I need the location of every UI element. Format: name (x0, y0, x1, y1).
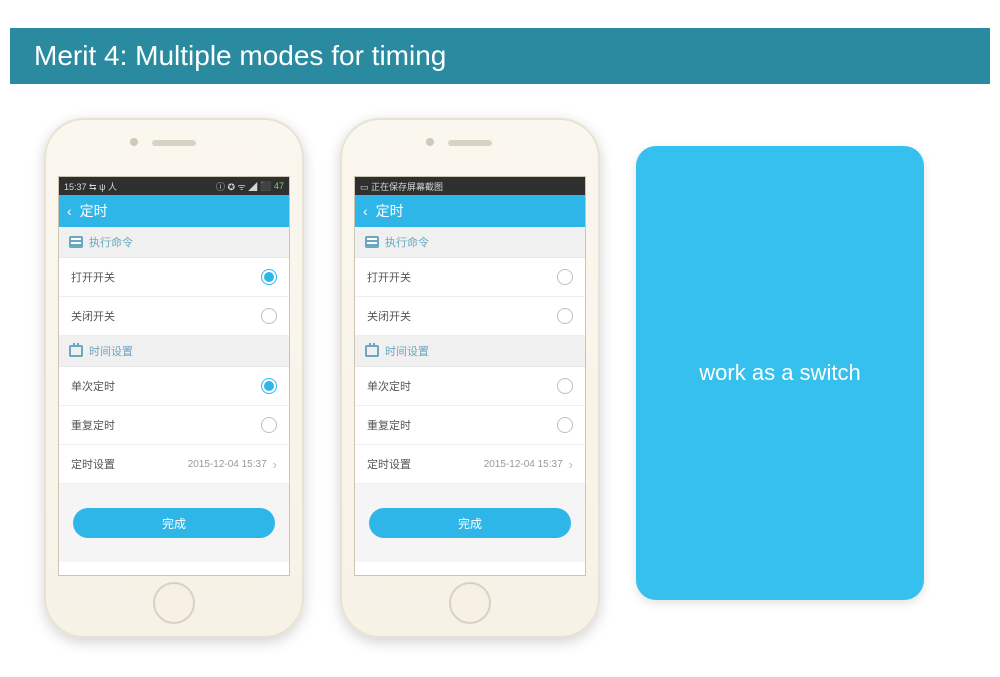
option-close-switch[interactable]: 关闭开关 (355, 297, 585, 336)
list-icon (365, 236, 379, 248)
row-value: 2015-12-04 15:37 (484, 459, 563, 470)
option-single-timer[interactable]: 单次定时 (355, 367, 585, 406)
option-open-switch[interactable]: 打开开关 (355, 258, 585, 297)
speaker-slot (448, 140, 492, 146)
settings-list: 执行命令 打开开关 关闭开关 时间设置 单次定时 (59, 227, 289, 575)
feature-card: work as a switch (636, 146, 924, 600)
option-label: 单次定时 (367, 378, 411, 394)
done-label: 完成 (458, 515, 482, 532)
option-single-timer[interactable]: 单次定时 (59, 367, 289, 406)
option-label: 重复定时 (367, 417, 411, 433)
row-timer-datetime[interactable]: 定时设置 2015-12-04 15:37 › (59, 445, 289, 484)
speaker-slot (152, 140, 196, 146)
done-button[interactable]: 完成 (73, 508, 275, 538)
home-button[interactable] (153, 582, 195, 624)
title-banner: Merit 4: Multiple modes for timing (10, 28, 990, 84)
settings-list: 执行命令 打开开关 关闭开关 时间设置 单次定时 (355, 227, 585, 575)
calendar-icon (365, 345, 379, 357)
chevron-right-icon: › (273, 457, 277, 472)
radio-icon (261, 308, 277, 324)
back-icon[interactable]: ‹ (363, 203, 368, 219)
option-label: 关闭开关 (367, 308, 411, 324)
phone-mockup-2: ▭ 正在保存屏幕截图 ‹ 定时 执行命令 打开开关 (340, 118, 600, 638)
done-area: 完成 (355, 484, 585, 562)
option-close-switch[interactable]: 关闭开关 (59, 297, 289, 336)
option-open-switch[interactable]: 打开开关 (59, 258, 289, 297)
status-icons: ⓘ ✪ ᯤ ◢ (216, 180, 257, 193)
app-header: ‹ 定时 (59, 195, 289, 227)
card-text: work as a switch (699, 360, 860, 386)
row-label: 定时设置 (71, 456, 115, 472)
option-label: 重复定时 (71, 417, 115, 433)
done-label: 完成 (162, 515, 186, 532)
section-time-settings: 时间设置 (59, 336, 289, 367)
phone-mockup-1: 15:37 ⇆ ψ 人 ⓘ ✪ ᯤ ◢ ⬛ 47 ‹ 定时 执行命令 打开开关 (44, 118, 304, 638)
content-row: 15:37 ⇆ ψ 人 ⓘ ✪ ᯤ ◢ ⬛ 47 ‹ 定时 执行命令 打开开关 (0, 84, 1000, 638)
banner-title: Merit 4: Multiple modes for timing (34, 40, 446, 71)
row-timer-datetime[interactable]: 定时设置 2015-12-04 15:37 › (355, 445, 585, 484)
option-repeat-timer[interactable]: 重复定时 (59, 406, 289, 445)
status-bar: ▭ 正在保存屏幕截图 (355, 177, 585, 195)
home-button[interactable] (449, 582, 491, 624)
done-area: 完成 (59, 484, 289, 562)
done-button[interactable]: 完成 (369, 508, 571, 538)
radio-icon (261, 417, 277, 433)
radio-icon (557, 269, 573, 285)
option-label: 打开开关 (367, 269, 411, 285)
status-left: 15:37 ⇆ ψ 人 (64, 180, 117, 193)
calendar-icon (69, 345, 83, 357)
option-repeat-timer[interactable]: 重复定时 (355, 406, 585, 445)
battery-indicator: ⬛ 47 (260, 181, 284, 192)
option-label: 关闭开关 (71, 308, 115, 324)
chevron-right-icon: › (569, 457, 573, 472)
screen: ▭ 正在保存屏幕截图 ‹ 定时 执行命令 打开开关 (354, 176, 586, 576)
radio-icon (557, 308, 573, 324)
section-label: 执行命令 (385, 234, 429, 250)
app-title: 定时 (376, 201, 404, 221)
radio-icon (557, 378, 573, 394)
status-left: ▭ 正在保存屏幕截图 (360, 180, 443, 193)
row-label: 定时设置 (367, 456, 411, 472)
screen: 15:37 ⇆ ψ 人 ⓘ ✪ ᯤ ◢ ⬛ 47 ‹ 定时 执行命令 打开开关 (58, 176, 290, 576)
option-label: 打开开关 (71, 269, 115, 285)
section-execute-command: 执行命令 (355, 227, 585, 258)
section-label: 时间设置 (89, 343, 133, 359)
option-label: 单次定时 (71, 378, 115, 394)
radio-icon (261, 378, 277, 394)
list-icon (69, 236, 83, 248)
section-time-settings: 时间设置 (355, 336, 585, 367)
row-value: 2015-12-04 15:37 (188, 459, 267, 470)
status-bar: 15:37 ⇆ ψ 人 ⓘ ✪ ᯤ ◢ ⬛ 47 (59, 177, 289, 195)
back-icon[interactable]: ‹ (67, 203, 72, 219)
section-execute-command: 执行命令 (59, 227, 289, 258)
radio-icon (261, 269, 277, 285)
app-title: 定时 (80, 201, 108, 221)
radio-icon (557, 417, 573, 433)
app-header: ‹ 定时 (355, 195, 585, 227)
section-label: 执行命令 (89, 234, 133, 250)
section-label: 时间设置 (385, 343, 429, 359)
camera-dot (426, 138, 434, 146)
camera-dot (130, 138, 138, 146)
